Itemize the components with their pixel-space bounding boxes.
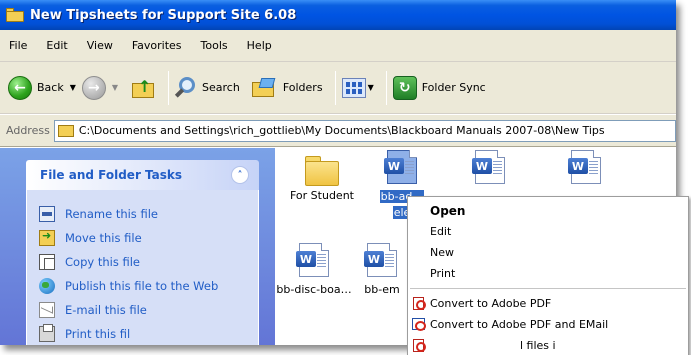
folder-sync-icon: ↻ xyxy=(392,75,417,100)
tasks-title: File and Folder Tasks xyxy=(40,168,183,182)
address-input[interactable]: C:\Documents and Settings\rich_gottlieb\… xyxy=(53,119,676,142)
file-item[interactable]: W xyxy=(460,150,520,184)
task-label: Print this fil xyxy=(65,327,131,341)
menu-edit[interactable]: Edit xyxy=(46,39,67,52)
word-document-icon: W xyxy=(296,243,329,277)
menu-favorites[interactable]: Favorites xyxy=(132,39,182,52)
context-menu-new[interactable]: New xyxy=(408,242,688,263)
menu-item-label: Print xyxy=(430,267,456,280)
folders-button[interactable]: Folders xyxy=(251,77,323,98)
search-label: Search xyxy=(202,81,240,94)
task-copy[interactable]: Copy this file xyxy=(39,250,258,274)
search-button[interactable]: Search xyxy=(174,76,240,99)
up-folder-icon[interactable]: ↑ xyxy=(132,77,156,99)
task-label: Rename this file xyxy=(65,207,158,221)
title-bar[interactable]: New Tipsheets for Support Site 6.08 xyxy=(0,0,676,30)
folder-icon xyxy=(57,124,74,137)
context-menu-partial-item[interactable]: l files i xyxy=(408,335,688,355)
tasks-header[interactable]: File and Folder Tasks ˄ xyxy=(26,160,259,190)
back-arrow-icon: ← xyxy=(8,75,32,100)
file-item-folder[interactable]: For Student xyxy=(276,156,368,202)
menu-file[interactable]: File xyxy=(9,39,27,52)
task-print[interactable]: Print this fil xyxy=(39,322,258,345)
search-icon xyxy=(174,76,197,99)
window-title: New Tipsheets for Support Site 6.08 xyxy=(30,7,297,23)
task-move[interactable]: Move this file xyxy=(39,226,258,250)
views-icon xyxy=(341,77,366,98)
folders-icon xyxy=(251,77,278,98)
folder-sync-label: Folder Sync xyxy=(421,81,486,94)
folder-icon xyxy=(6,8,24,22)
file-name: bb-disc-boa… xyxy=(276,283,352,296)
file-item[interactable]: W xyxy=(556,150,616,184)
context-menu: Open Edit New Print Convert to Adobe PDF… xyxy=(407,196,689,355)
file-name: bb-em xyxy=(364,283,400,296)
menu-item-label: l files i xyxy=(520,339,556,352)
context-menu-convert-pdf-email[interactable]: Convert to Adobe PDF and EMail xyxy=(408,314,688,335)
views-dropdown-icon[interactable]: ▼ xyxy=(368,83,374,92)
toolbar-separator xyxy=(334,70,336,105)
address-bar: Address C:\Documents and Settings\rich_g… xyxy=(0,115,676,147)
folders-label: Folders xyxy=(282,81,323,94)
toolbar-separator xyxy=(385,70,387,105)
menu-help[interactable]: Help xyxy=(247,39,272,52)
collapse-icon[interactable]: ˄ xyxy=(231,166,249,184)
file-name: For Student xyxy=(290,189,354,202)
rename-icon xyxy=(39,206,55,222)
file-item[interactable]: W bb-em xyxy=(358,243,406,296)
pdf-icon xyxy=(413,297,426,310)
toolbar: ← Back ▼ → ▼ ↑ Search Folders ▼ ↻ Folder… xyxy=(0,62,676,114)
menu-item-label: Open xyxy=(430,203,466,218)
word-document-icon: W xyxy=(568,150,601,184)
forward-button[interactable]: → ▼ xyxy=(81,75,118,100)
views-button[interactable]: ▼ xyxy=(341,77,374,98)
menu-tools[interactable]: Tools xyxy=(201,39,228,52)
pdf-email-icon xyxy=(412,318,426,331)
back-button[interactable]: ← Back ▼ xyxy=(8,75,76,100)
email-icon xyxy=(39,302,55,318)
context-menu-print[interactable]: Print xyxy=(408,263,688,284)
folder-icon xyxy=(305,156,339,186)
file-folder-tasks-panel: File and Folder Tasks ˄ Rename this file… xyxy=(26,160,259,345)
move-icon xyxy=(39,229,55,246)
task-label: Move this file xyxy=(65,231,142,245)
menu-bar: File Edit View Favorites Tools Help xyxy=(0,30,676,62)
address-path: C:\Documents and Settings\rich_gottlieb\… xyxy=(78,124,605,137)
publish-web-icon xyxy=(39,278,55,294)
menu-item-label: Convert to Adobe PDF xyxy=(430,297,552,310)
context-menu-convert-pdf[interactable]: Convert to Adobe PDF xyxy=(408,293,688,314)
tasks-list: Rename this file Move this file Copy thi… xyxy=(26,190,259,345)
menu-item-label: Convert to Adobe PDF and EMail xyxy=(430,318,609,331)
menu-item-label: Edit xyxy=(430,225,452,238)
pdf-icon xyxy=(413,339,426,352)
forward-dropdown-icon[interactable]: ▼ xyxy=(112,83,118,92)
back-dropdown-icon[interactable]: ▼ xyxy=(70,83,76,92)
toolbar-separator xyxy=(168,70,170,105)
menu-separator xyxy=(410,288,686,289)
word-document-icon: W xyxy=(364,243,397,277)
menu-view[interactable]: View xyxy=(87,39,113,52)
task-pane: File and Folder Tasks ˄ Rename this file… xyxy=(0,148,275,345)
file-item[interactable]: W bb-disc-boa… xyxy=(272,243,356,296)
menu-item-label: New xyxy=(430,246,454,259)
forward-arrow-icon: → xyxy=(81,75,106,100)
word-document-icon: W xyxy=(472,150,505,184)
word-document-icon: W xyxy=(384,150,417,184)
task-label: Copy this file xyxy=(65,255,140,269)
print-icon xyxy=(39,324,55,342)
folder-sync-button[interactable]: ↻ Folder Sync xyxy=(392,75,486,100)
task-publish-web[interactable]: Publish this file to the Web xyxy=(39,274,258,298)
context-menu-edit[interactable]: Edit xyxy=(408,221,688,242)
task-email[interactable]: E-mail this file xyxy=(39,298,258,322)
back-label: Back xyxy=(37,81,64,94)
context-menu-open[interactable]: Open xyxy=(408,200,688,221)
task-rename[interactable]: Rename this file xyxy=(39,202,258,226)
copy-icon xyxy=(39,254,55,270)
task-label: Publish this file to the Web xyxy=(65,279,219,293)
task-label: E-mail this file xyxy=(65,303,147,317)
address-label: Address xyxy=(6,124,50,137)
